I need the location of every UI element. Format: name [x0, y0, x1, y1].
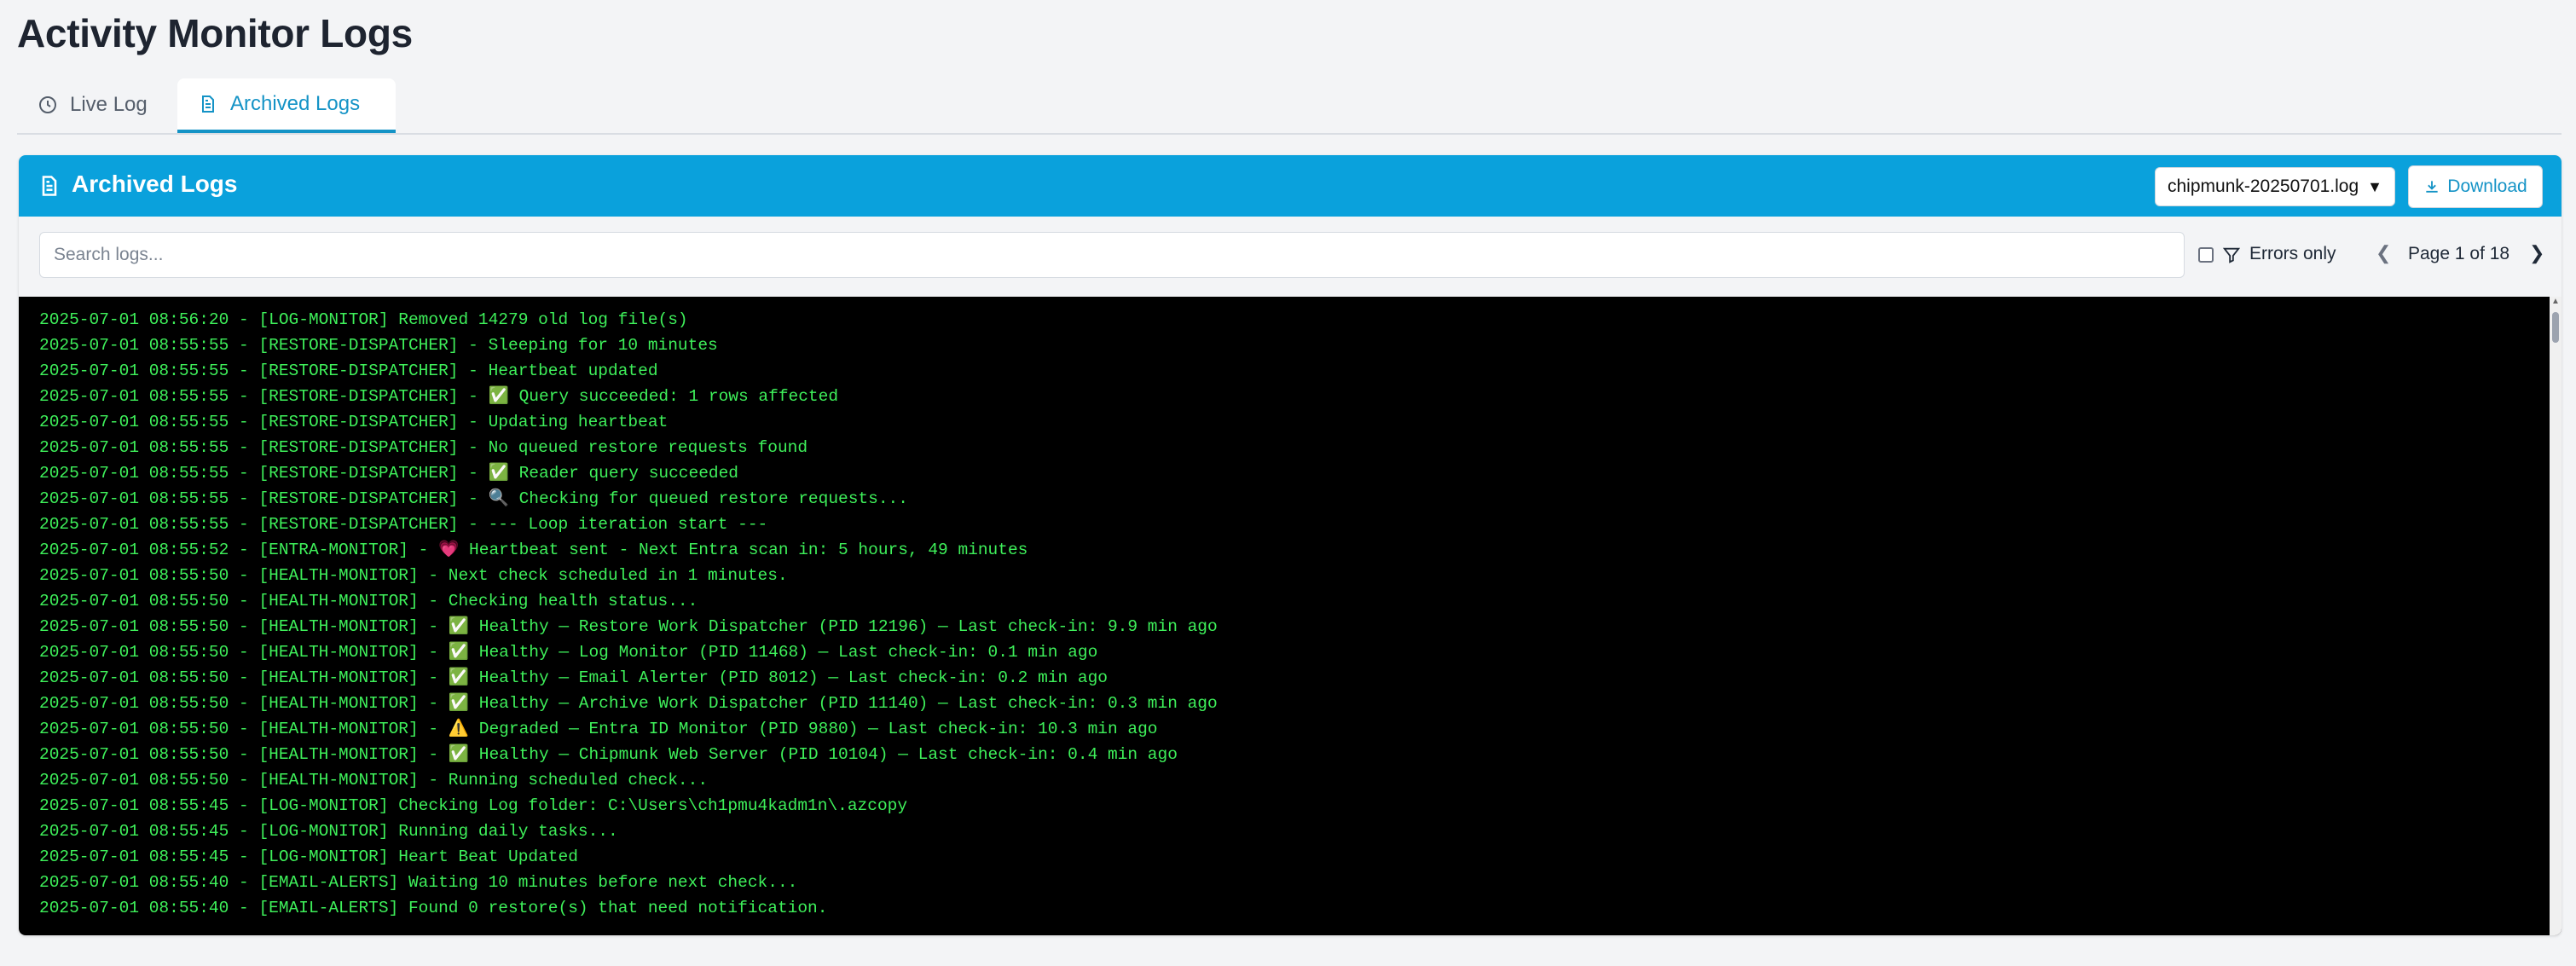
log-viewer[interactable]: 2025-07-01 08:56:20 - [LOG-MONITOR] Remo…	[19, 297, 2562, 935]
log-line: 2025-07-01 08:55:55 - [RESTORE-DISPATCHE…	[39, 489, 908, 508]
log-line: 2025-07-01 08:55:52 - [ENTRA-MONITOR] - …	[39, 541, 1028, 559]
download-button-label: Download	[2447, 176, 2527, 196]
log-toolbar: Errors only ❮ Page 1 of 18 ❯	[19, 217, 2562, 297]
errors-only-label[interactable]: Errors only	[2249, 244, 2336, 264]
tab-live-log-label: Live Log	[70, 93, 148, 116]
log-line: 2025-07-01 08:55:45 - [LOG-MONITOR] Chec…	[39, 796, 908, 815]
log-line: 2025-07-01 08:55:50 - [HEALTH-MONITOR] -…	[39, 592, 698, 610]
tab-live-log[interactable]: Live Log	[17, 78, 179, 131]
log-file-select-value: chipmunk-20250701.log	[2168, 176, 2359, 196]
log-line: 2025-07-01 08:55:55 - [RESTORE-DISPATCHE…	[39, 336, 718, 355]
page-indicator: Page 1 of 18	[2408, 244, 2510, 263]
filter-icon	[2222, 247, 2241, 263]
log-line: 2025-07-01 08:55:40 - [EMAIL-ALERTS] Fou…	[39, 899, 828, 917]
scroll-up-icon[interactable]: ▲	[2551, 297, 2560, 307]
log-line: 2025-07-01 08:55:45 - [LOG-MONITOR] Hear…	[39, 847, 578, 866]
prev-page-button[interactable]: ❮	[2376, 242, 2391, 264]
archived-logs-panel: Archived Logs chipmunk-20250701.log ▼ Do…	[19, 155, 2562, 935]
log-line: 2025-07-01 08:55:50 - [HEALTH-MONITOR] -…	[39, 566, 788, 585]
log-lines: 2025-07-01 08:56:20 - [LOG-MONITOR] Remo…	[39, 307, 2536, 921]
search-input[interactable]	[39, 232, 2185, 278]
clock-icon	[39, 96, 56, 113]
log-file-select[interactable]: chipmunk-20250701.log ▼	[2155, 167, 2395, 206]
log-line: 2025-07-01 08:55:55 - [RESTORE-DISPATCHE…	[39, 413, 669, 431]
panel-header: Archived Logs chipmunk-20250701.log ▼ Do…	[19, 155, 2562, 217]
log-line: 2025-07-01 08:55:50 - [HEALTH-MONITOR] -…	[39, 668, 1108, 687]
tab-archived-logs-label: Archived Logs	[230, 92, 361, 115]
log-line: 2025-07-01 08:55:50 - [HEALTH-MONITOR] -…	[39, 694, 1218, 713]
tab-bar: Live Log Archived Logs	[17, 78, 2562, 135]
download-icon	[2426, 181, 2438, 193]
log-line: 2025-07-01 08:55:45 - [LOG-MONITOR] Runn…	[39, 822, 618, 841]
scroll-thumb[interactable]	[2552, 312, 2559, 343]
download-button[interactable]: Download	[2408, 165, 2543, 208]
log-line: 2025-07-01 08:55:55 - [RESTORE-DISPATCHE…	[39, 387, 839, 406]
errors-only-checkbox[interactable]	[2198, 247, 2214, 263]
log-line: 2025-07-01 08:55:55 - [RESTORE-DISPATCHE…	[39, 515, 768, 534]
next-page-button[interactable]: ❯	[2529, 242, 2544, 264]
log-line: 2025-07-01 08:55:50 - [HEALTH-MONITOR] -…	[39, 771, 709, 790]
log-line: 2025-07-01 08:55:55 - [RESTORE-DISPATCHE…	[39, 362, 658, 380]
page-title: Activity Monitor Logs	[17, 11, 413, 55]
log-line: 2025-07-01 08:55:55 - [RESTORE-DISPATCHE…	[39, 464, 739, 483]
log-line: 2025-07-01 08:55:50 - [HEALTH-MONITOR] -…	[39, 720, 1158, 738]
document-icon	[42, 176, 57, 196]
tab-archived-logs[interactable]: Archived Logs	[177, 78, 396, 133]
document-icon	[202, 95, 214, 113]
log-line: 2025-07-01 08:55:55 - [RESTORE-DISPATCHE…	[39, 438, 808, 457]
log-scrollbar[interactable]: ▲	[2550, 297, 2562, 935]
log-line: 2025-07-01 08:55:50 - [HEALTH-MONITOR] -…	[39, 745, 1178, 764]
chevron-down-icon: ▼	[2367, 177, 2382, 195]
log-line: 2025-07-01 08:56:20 - [LOG-MONITOR] Remo…	[39, 310, 688, 329]
log-line: 2025-07-01 08:55:40 - [EMAIL-ALERTS] Wai…	[39, 873, 798, 892]
log-line: 2025-07-01 08:55:50 - [HEALTH-MONITOR] -…	[39, 643, 1098, 662]
panel-title: Archived Logs	[72, 171, 238, 197]
log-line: 2025-07-01 08:55:50 - [HEALTH-MONITOR] -…	[39, 617, 1218, 636]
